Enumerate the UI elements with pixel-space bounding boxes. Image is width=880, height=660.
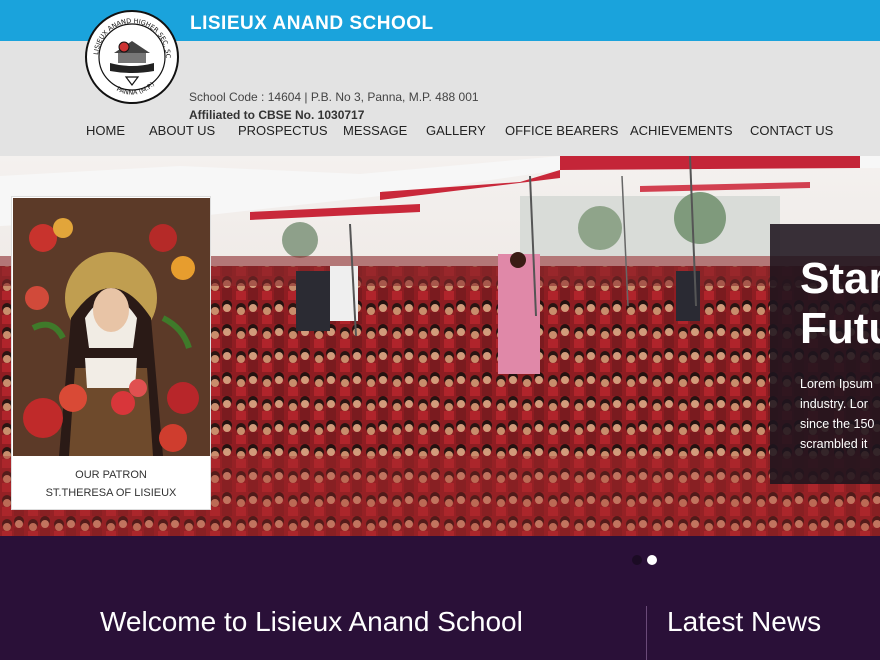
affiliation-line: Affiliated to CBSE No. 1030717	[189, 108, 365, 122]
slider-dot-2-active[interactable]	[647, 555, 657, 565]
slide-text: Lorem Ipsum industry. Lor since the 150 …	[800, 377, 875, 451]
nav-contact-us[interactable]: CONTACT US	[750, 123, 833, 138]
latest-news-heading: Latest News	[667, 606, 822, 637]
nav-achievements[interactable]: ACHIEVEMENTS	[630, 123, 733, 138]
nav-message[interactable]: MESSAGE	[343, 123, 407, 138]
nav-office-bearers[interactable]: OFFICE BEARERS	[505, 123, 618, 138]
school-name: LISIEUX ANAND SCHOOL	[190, 13, 434, 34]
nav-home[interactable]: HOME	[86, 123, 125, 138]
section-divider	[646, 606, 647, 660]
school-logo[interactable]: LISIEUX ANAND HIGHER SEC. SCHOOL PANNA (…	[81, 3, 180, 105]
slider-pagination	[632, 555, 662, 567]
patron-caption-name: ST.THERESA OF LISIEUX	[45, 487, 177, 499]
patron-card: OUR PATRON ST.THERESA OF LISIEUX	[11, 196, 211, 510]
slider-dot-1[interactable]	[632, 555, 642, 565]
slide-title: Star Futu	[800, 254, 880, 353]
slide-caption-box: Star Futu Lorem Ipsum industry. Lor sinc…	[770, 224, 880, 484]
welcome-heading: Welcome to Lisieux Anand School	[100, 606, 523, 637]
nav-about-us[interactable]: ABOUT US	[149, 123, 215, 138]
page: LISIEUX ANAND SCHOOL School Code : 14604…	[0, 0, 880, 660]
nav-gallery[interactable]: GALLERY	[426, 123, 486, 138]
patron-image	[13, 198, 210, 456]
nav-prospectus[interactable]: PROSPECTUS	[238, 123, 328, 138]
patron-caption-title: OUR PATRON	[75, 469, 147, 481]
school-info-line: School Code : 14604 | P.B. No 3, Panna, …	[189, 90, 479, 104]
main-nav: HOME ABOUT US PROSPECTUS MESSAGE GALLERY…	[0, 123, 880, 141]
